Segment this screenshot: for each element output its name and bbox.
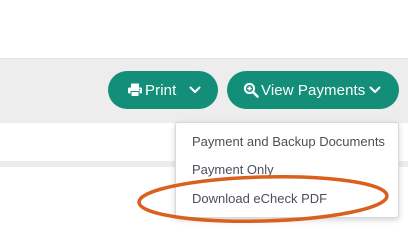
menu-item-payment-only[interactable]: Payment Only	[192, 162, 274, 177]
view-payments-dropdown: Payment and Backup Documents Payment Onl…	[175, 122, 399, 218]
menu-item-download-echeck-pdf[interactable]: Download eCheck PDF	[192, 191, 327, 206]
print-button[interactable]: Print	[108, 71, 218, 109]
chevron-down-icon	[189, 86, 201, 94]
view-payments-button[interactable]: View Payments	[227, 71, 399, 109]
chevron-down-icon	[369, 86, 381, 94]
menu-item-payment-and-backup[interactable]: Payment and Backup Documents	[192, 134, 385, 149]
print-label: Print	[145, 81, 177, 99]
view-payments-label: View Payments	[261, 81, 366, 99]
header-area	[0, 0, 408, 58]
search-plus-icon	[243, 82, 259, 98]
printer-icon	[127, 82, 143, 98]
